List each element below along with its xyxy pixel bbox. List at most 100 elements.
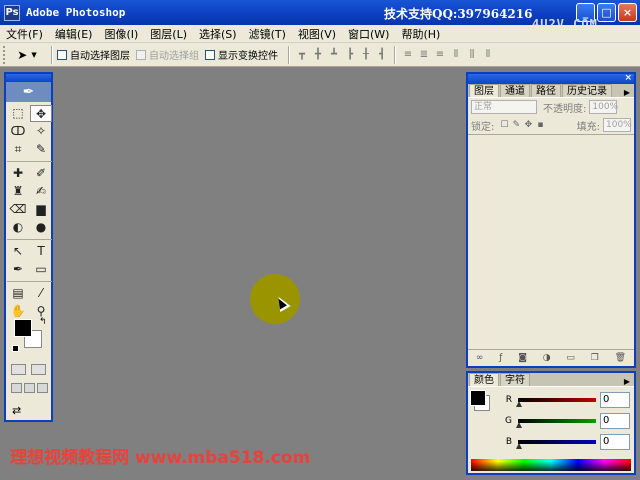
hand-tool-icon[interactable]: ✋	[7, 303, 29, 320]
lock-all-icon[interactable]: ▪	[534, 120, 546, 131]
fill-input[interactable]: 100%	[603, 118, 632, 132]
menu-select[interactable]: 选择(S)	[193, 26, 243, 42]
align-left-icon[interactable]: ┣	[343, 48, 357, 62]
palette-menu-icon[interactable]: ▶	[624, 377, 630, 386]
options-bar: ➤ ▼ 自动选择图层 自动选择组 显示变换控件 ┳ ╋ ┻ ┣ ╂ ┫ ≡ ≣ …	[0, 43, 640, 67]
brush-tool-icon[interactable]: ✐	[30, 165, 52, 182]
standard-screen-mode-icon[interactable]	[11, 383, 22, 393]
red-slider[interactable]	[516, 397, 596, 407]
palette-menu-icon[interactable]: ▶	[624, 88, 630, 97]
tool-separator	[7, 161, 52, 162]
lock-image-icon[interactable]: ✎	[510, 120, 522, 131]
layers-palette: × 图层 通道 路径 历史记录 ▶ 正常 不透明度: 100% 锁定: ☐ ✎ …	[466, 72, 636, 368]
menu-image[interactable]: 图像(I)	[98, 26, 144, 42]
jump-to-imageready-icon[interactable]: ⇄	[12, 404, 46, 418]
full-screen-mode-icon[interactable]	[37, 383, 48, 393]
menu-layer[interactable]: 图层(L)	[144, 26, 193, 42]
blur-tool-icon[interactable]: ◐	[7, 219, 29, 236]
auto-select-group-checkbox[interactable]: 自动选择组	[136, 47, 199, 62]
distribute-left-icon[interactable]: ⫴	[449, 48, 463, 62]
green-value-input[interactable]: 0	[600, 412, 630, 429]
tab-paths[interactable]: 路径	[531, 84, 561, 97]
delete-layer-icon[interactable]: 🗑	[615, 353, 626, 363]
layers-palette-titlebar[interactable]: ×	[468, 73, 634, 84]
full-screen-menu-mode-icon[interactable]	[24, 383, 35, 393]
slider-thumb[interactable]	[516, 421, 522, 428]
standard-mode-icon[interactable]	[11, 364, 26, 375]
slider-thumb[interactable]	[516, 400, 522, 407]
tab-channels[interactable]: 通道	[500, 84, 530, 97]
lock-transparent-icon[interactable]: ☐	[498, 120, 510, 131]
swap-colors-icon[interactable]: ↰	[39, 317, 47, 327]
magic-wand-tool-icon[interactable]: ✧	[30, 123, 52, 140]
type-tool-icon[interactable]: T	[30, 243, 52, 260]
dodge-tool-icon[interactable]: ●	[30, 219, 52, 236]
layers-list[interactable]	[468, 134, 634, 349]
new-group-icon[interactable]: ▭	[566, 353, 575, 363]
tab-layers[interactable]: 图层	[469, 84, 499, 97]
menu-edit[interactable]: 编辑(E)	[49, 26, 99, 42]
slider-thumb[interactable]	[516, 442, 522, 449]
align-hcenter-icon[interactable]: ╂	[359, 48, 373, 62]
auto-select-layer-checkbox[interactable]: 自动选择图层	[57, 47, 130, 62]
crop-tool-icon[interactable]: ⌗	[7, 141, 29, 158]
feather-logo-icon[interactable]: ✒	[6, 82, 51, 102]
distribute-top-icon[interactable]: ≡	[401, 48, 415, 62]
tab-color[interactable]: 颜色	[469, 373, 499, 386]
pen-tool-icon[interactable]: ✒	[7, 261, 29, 278]
tool-preset-picker[interactable]: ➤ ▼	[7, 45, 47, 65]
separator	[51, 45, 53, 64]
blue-value-input[interactable]: 0	[600, 433, 630, 450]
toolbox-titlebar[interactable]	[6, 74, 51, 82]
align-bottom-icon[interactable]: ┻	[327, 48, 341, 62]
healing-brush-tool-icon[interactable]: ✚	[7, 165, 29, 182]
show-transform-controls-checkbox[interactable]: 显示变换控件	[205, 47, 278, 62]
photoshop-app-icon[interactable]: Ps	[4, 4, 20, 21]
marquee-tool-icon[interactable]: ⬚	[7, 105, 29, 122]
menu-help[interactable]: 帮助(H)	[395, 26, 446, 42]
color-spectrum-ramp[interactable]	[471, 459, 631, 471]
distribute-bottom-icon[interactable]: ≡	[433, 48, 447, 62]
red-value-input[interactable]: 0	[600, 391, 630, 408]
maximize-button[interactable]: □	[597, 3, 616, 22]
opacity-input[interactable]: 100%	[589, 100, 618, 114]
default-colors-icon[interactable]	[12, 345, 19, 352]
layer-style-icon[interactable]: ƒ	[499, 353, 502, 363]
lasso-tool-icon[interactable]: ↀ	[7, 123, 29, 140]
menu-filter[interactable]: 滤镜(T)	[243, 26, 292, 42]
eyedropper-tool-icon[interactable]: ⁄	[30, 285, 52, 302]
green-slider[interactable]	[516, 418, 596, 428]
adjustment-layer-icon[interactable]: ◑	[543, 353, 551, 363]
move-tool-icon[interactable]: ✥	[30, 105, 52, 122]
distribute-right-icon[interactable]: ⫴	[481, 48, 495, 62]
menu-window[interactable]: 窗口(W)	[342, 26, 395, 42]
link-layers-icon[interactable]: ∞	[476, 353, 484, 363]
blend-mode-select[interactable]: 正常	[471, 100, 537, 114]
clone-stamp-tool-icon[interactable]: ♜	[7, 183, 29, 200]
slice-tool-icon[interactable]: ✎	[30, 141, 52, 158]
align-vcenter-icon[interactable]: ╋	[311, 48, 325, 62]
blue-slider[interactable]	[516, 439, 596, 449]
menu-file[interactable]: 文件(F)	[0, 26, 49, 42]
distribute-vcenter-icon[interactable]: ≣	[417, 48, 431, 62]
quick-mask-mode-icon[interactable]	[31, 364, 46, 375]
history-brush-tool-icon[interactable]: ✍	[30, 183, 52, 200]
shape-tool-icon[interactable]: ▭	[30, 261, 52, 278]
new-layer-icon[interactable]: ❐	[591, 353, 599, 363]
notes-tool-icon[interactable]: ▤	[7, 285, 29, 302]
layer-mask-icon[interactable]: ◙	[518, 353, 527, 363]
close-icon[interactable]: ×	[624, 73, 632, 83]
path-selection-tool-icon[interactable]: ↖	[7, 243, 29, 260]
close-button[interactable]: ×	[618, 3, 637, 22]
gradient-tool-icon[interactable]: ▆	[30, 201, 52, 218]
tab-history[interactable]: 历史记录	[562, 84, 612, 97]
tab-character[interactable]: 字符	[500, 373, 530, 386]
distribute-hcenter-icon[interactable]: ⫼	[465, 48, 479, 62]
menu-view[interactable]: 视图(V)	[292, 26, 342, 42]
eraser-tool-icon[interactable]: ⌫	[7, 201, 29, 218]
foreground-color-swatch[interactable]	[470, 390, 486, 406]
align-top-icon[interactable]: ┳	[295, 48, 309, 62]
foreground-color-swatch[interactable]	[14, 319, 32, 337]
lock-position-icon[interactable]: ✥	[522, 120, 534, 131]
align-right-icon[interactable]: ┫	[375, 48, 389, 62]
